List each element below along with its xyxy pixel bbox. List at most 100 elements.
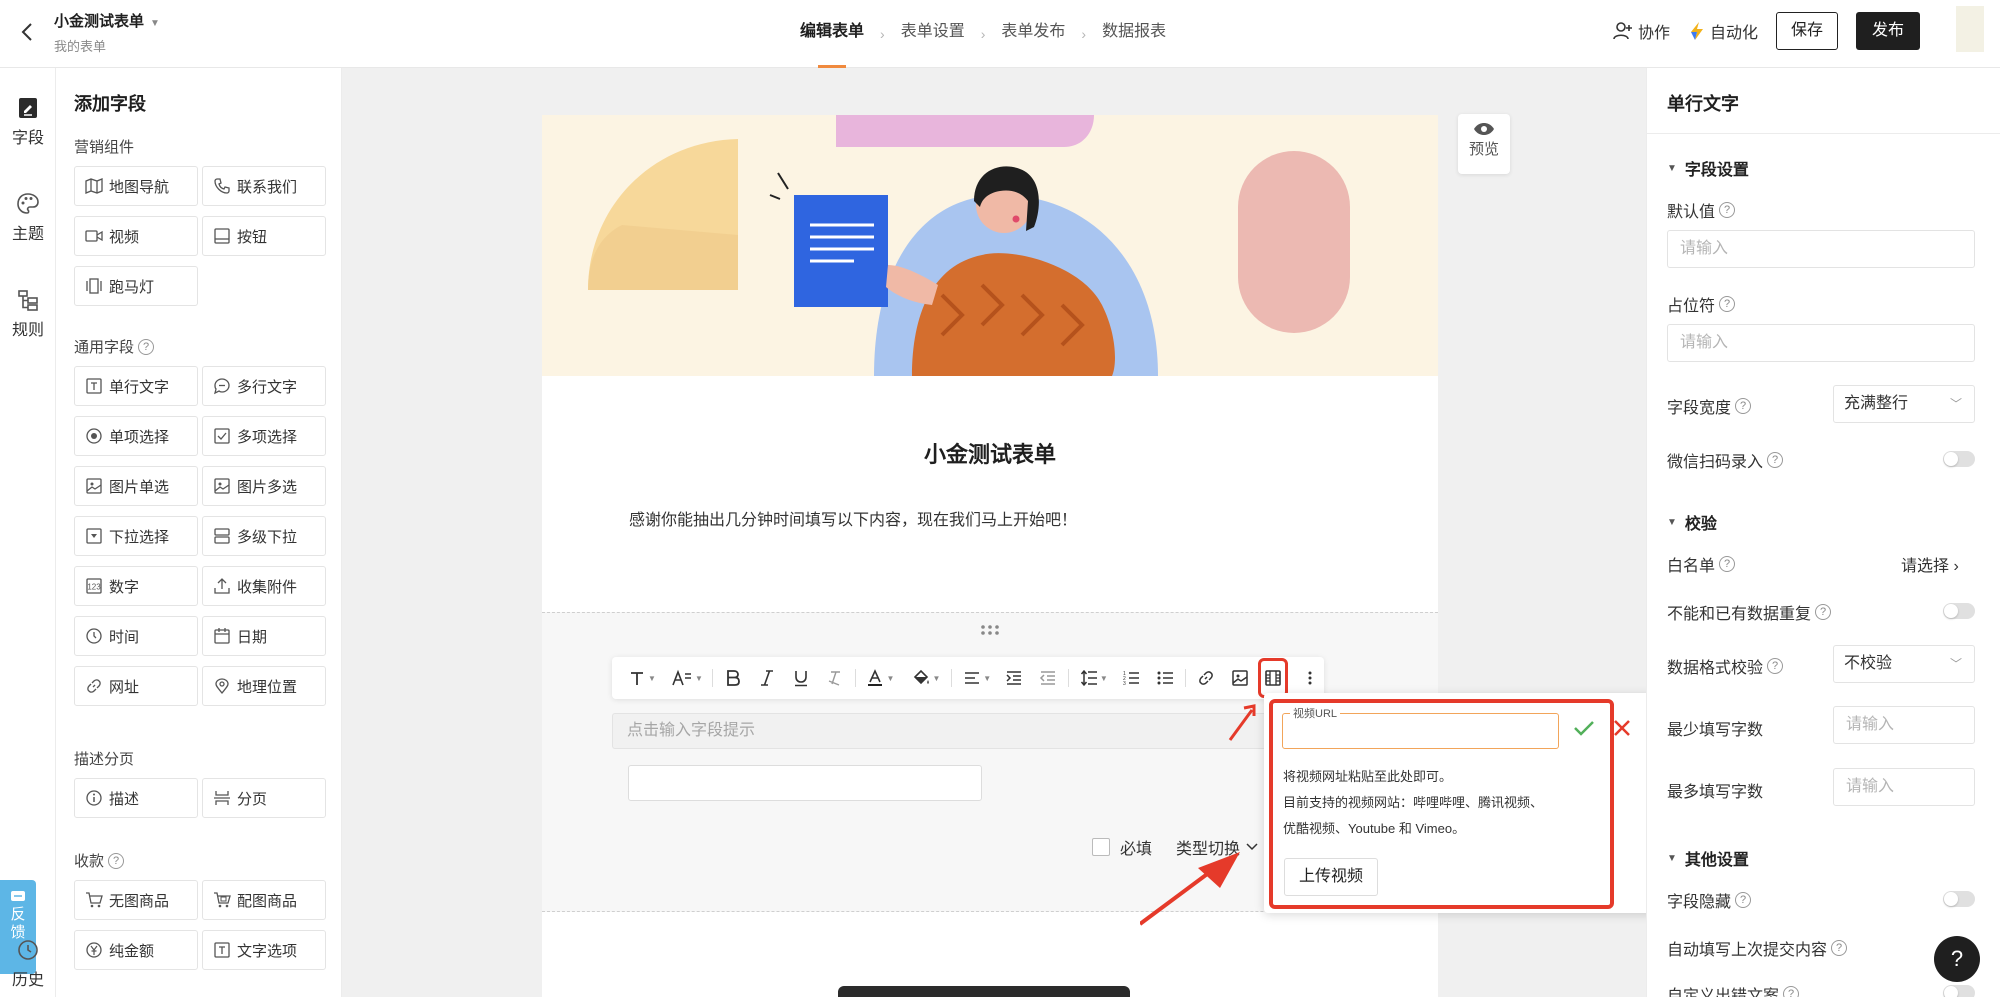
- step-data-report[interactable]: 数据报表: [1102, 0, 1166, 68]
- max-chars-input[interactable]: 请输入: [1833, 768, 1975, 806]
- field-marquee[interactable]: 跑马灯: [74, 266, 198, 306]
- clear-format-button[interactable]: [821, 657, 849, 699]
- default-value-input[interactable]: 请输入: [1667, 230, 1975, 268]
- custom-error-toggle[interactable]: [1943, 985, 1975, 997]
- help-button[interactable]: ?: [1934, 936, 1980, 982]
- bullet-list-button[interactable]: [1151, 657, 1179, 699]
- publish-button[interactable]: 发布: [1855, 12, 1920, 50]
- field-multi-text[interactable]: 多行文字: [202, 366, 326, 406]
- form-title-text[interactable]: 小金测试表单: [542, 437, 1438, 469]
- hide-field-toggle[interactable]: [1943, 891, 1975, 907]
- section-field-settings[interactable]: ▼ 字段设置: [1667, 156, 1749, 180]
- image-button[interactable]: [1226, 657, 1254, 699]
- field-dropdown[interactable]: 下拉选择: [74, 516, 198, 556]
- align-button[interactable]: ▼: [958, 657, 996, 699]
- rail-item-fields[interactable]: 字段: [0, 96, 56, 148]
- help-icon[interactable]: ?: [138, 338, 155, 355]
- save-button[interactable]: 保存: [1775, 12, 1838, 50]
- field-preview-input[interactable]: [628, 765, 982, 801]
- field-cascade-dropdown[interactable]: 多级下拉: [202, 516, 326, 556]
- font-color-button[interactable]: ▼: [861, 657, 899, 699]
- triangle-down-icon: ▼: [1667, 516, 1677, 528]
- indent-button[interactable]: [1000, 657, 1028, 699]
- step-form-publish[interactable]: 表单发布: [1001, 0, 1065, 68]
- placeholder-input[interactable]: 请输入: [1667, 324, 1975, 362]
- ordered-list-button[interactable]: 123: [1117, 657, 1145, 699]
- help-icon[interactable]: ?: [1767, 452, 1784, 468]
- field-button[interactable]: 按钮: [202, 216, 326, 256]
- field-width-select[interactable]: 充满整行 ﹀: [1833, 385, 1975, 423]
- form-description[interactable]: 感谢你能抽出几分钟时间填写以下内容，现在我们马上开始吧！: [629, 506, 1077, 530]
- help-icon[interactable]: ?: [1719, 556, 1736, 572]
- rail-item-theme[interactable]: 主题: [0, 192, 56, 244]
- rail-item-history[interactable]: 历史: [0, 938, 56, 990]
- form-banner[interactable]: [542, 115, 1438, 376]
- back-arrow-icon[interactable]: [14, 18, 42, 46]
- field-description[interactable]: 描述: [74, 778, 198, 818]
- field-product-img[interactable]: 配图商品: [202, 880, 326, 920]
- help-icon[interactable]: ?: [1815, 604, 1832, 620]
- field-product-noimg[interactable]: 无图商品: [74, 880, 198, 920]
- field-date[interactable]: 日期: [202, 616, 326, 656]
- avatar[interactable]: [1956, 6, 1984, 52]
- field-text-option[interactable]: 文字选项: [202, 930, 326, 970]
- format-check-label: 数据格式校验?: [1667, 654, 1784, 678]
- required-checkbox[interactable]: [1092, 838, 1110, 856]
- help-icon[interactable]: ?: [1735, 892, 1752, 908]
- font-size-button[interactable]: ▼: [668, 657, 706, 699]
- section-validation[interactable]: ▼ 校验: [1667, 510, 1717, 534]
- close-icon[interactable]: [1612, 718, 1632, 738]
- label-text: 最少填写字数: [1667, 722, 1764, 739]
- help-icon[interactable]: ?: [1767, 658, 1784, 674]
- line-height-button[interactable]: ▼: [1075, 657, 1113, 699]
- whitelist-select[interactable]: 请选择 ›: [1901, 552, 1959, 576]
- bold-button[interactable]: [719, 657, 747, 699]
- video-button[interactable]: [1257, 658, 1288, 698]
- help-icon[interactable]: ?: [108, 852, 125, 869]
- field-contact-us[interactable]: 联系我们: [202, 166, 326, 206]
- select-value: 不校验: [1844, 655, 1893, 672]
- field-number[interactable]: 123 数字: [74, 566, 198, 606]
- rail-item-rules[interactable]: 规则: [0, 288, 56, 340]
- link-button[interactable]: [1192, 657, 1220, 699]
- help-icon[interactable]: ?: [1783, 986, 1800, 997]
- field-single-text[interactable]: 单行文字: [74, 366, 198, 406]
- field-location[interactable]: 地理位置: [202, 666, 326, 706]
- step-edit-form[interactable]: 编辑表单: [800, 0, 864, 68]
- field-multi-choice[interactable]: 多项选择: [202, 416, 326, 456]
- step-form-settings[interactable]: 表单设置: [901, 0, 965, 68]
- field-time[interactable]: 时间: [74, 616, 198, 656]
- italic-button[interactable]: [753, 657, 781, 699]
- min-chars-input[interactable]: 请输入: [1833, 706, 1975, 744]
- submit-button[interactable]: [838, 986, 1130, 997]
- field-url[interactable]: 网址: [74, 666, 198, 706]
- field-single-choice[interactable]: 单项选择: [74, 416, 198, 456]
- collab-button[interactable]: 协作: [1612, 19, 1670, 43]
- outdent-button[interactable]: [1034, 657, 1062, 699]
- no-duplicate-toggle[interactable]: [1943, 603, 1975, 619]
- drag-handle-icon[interactable]: [979, 623, 1001, 637]
- form-breadcrumb[interactable]: 我的表单: [54, 36, 106, 55]
- preview-button[interactable]: 预览: [1458, 114, 1510, 174]
- field-attachment[interactable]: 收集附件: [202, 566, 326, 606]
- field-video[interactable]: 视频: [74, 216, 198, 256]
- font-style-button[interactable]: ▼: [624, 657, 660, 699]
- field-image-multi[interactable]: 图片多选: [202, 466, 326, 506]
- default-value-label: 默认值?: [1667, 198, 1736, 222]
- help-icon[interactable]: ?: [1719, 296, 1736, 312]
- eye-icon: [1474, 123, 1494, 135]
- field-image-single[interactable]: 图片单选: [74, 466, 198, 506]
- help-icon[interactable]: ?: [1719, 202, 1736, 218]
- field-map-nav[interactable]: 地图导航: [74, 166, 198, 206]
- help-icon[interactable]: ?: [1735, 398, 1752, 414]
- field-amount[interactable]: 纯金额: [74, 930, 198, 970]
- section-other-settings[interactable]: ▼ 其他设置: [1667, 846, 1749, 870]
- automation-button[interactable]: 自动化: [1688, 19, 1758, 43]
- field-page-break[interactable]: 分页: [202, 778, 326, 818]
- highlight-color-button[interactable]: ▼: [907, 657, 945, 699]
- help-icon[interactable]: ?: [1831, 940, 1848, 956]
- underline-button[interactable]: [787, 657, 815, 699]
- wechat-scan-toggle[interactable]: [1943, 451, 1975, 467]
- form-title-dropdown[interactable]: 小金测试表单 ▼: [54, 10, 160, 31]
- format-check-select[interactable]: 不校验 ﹀: [1833, 645, 1975, 683]
